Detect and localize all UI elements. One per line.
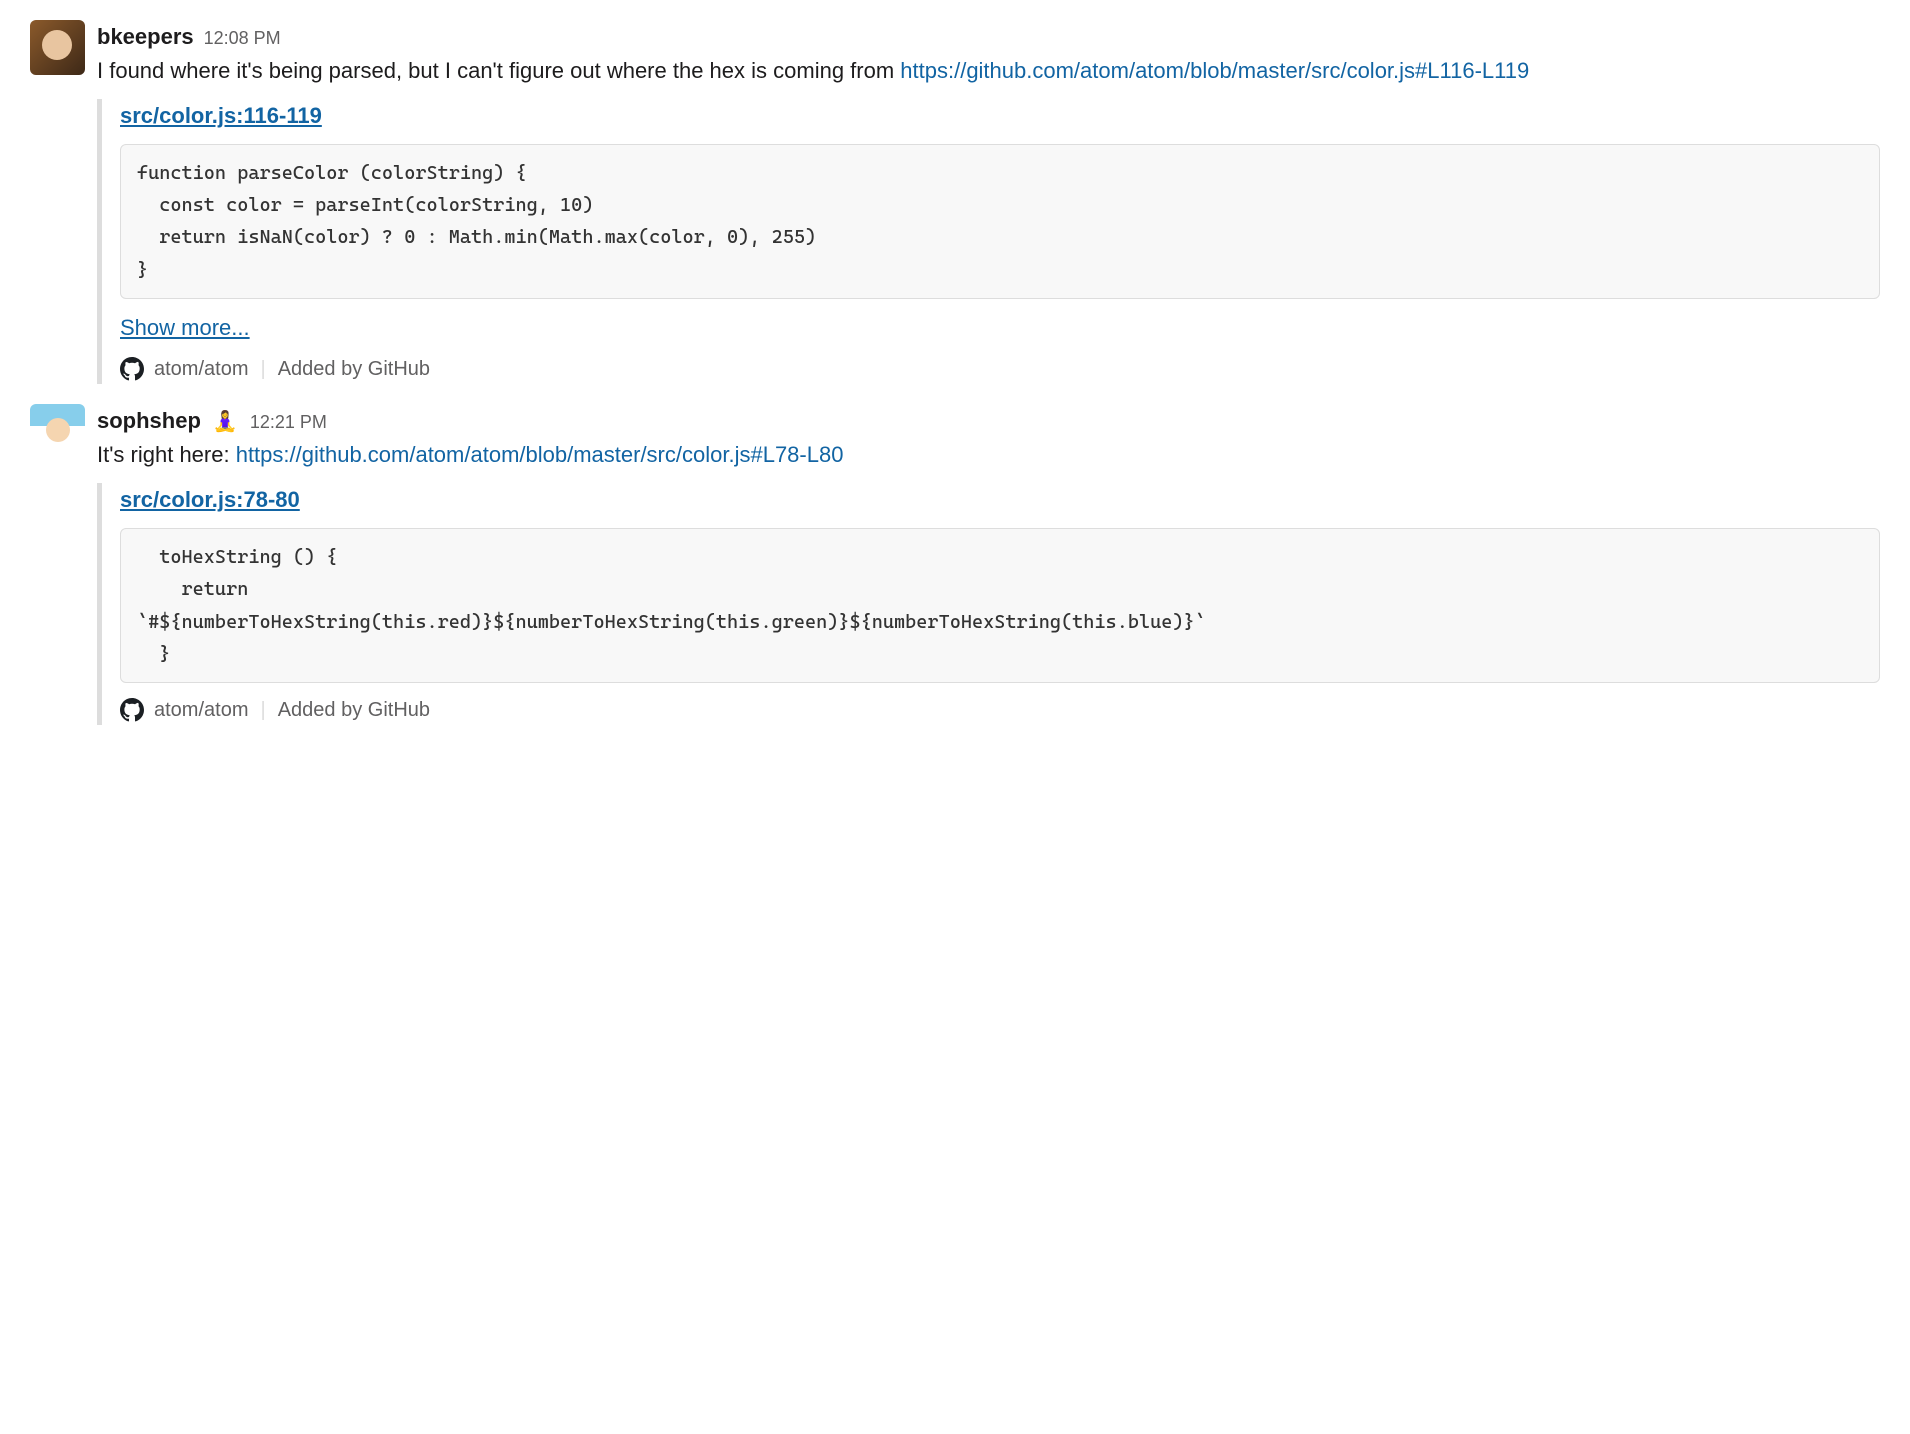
attachment-title-link[interactable]: src/color.js:78-80 [120,483,300,516]
username[interactable]: bkeepers [97,20,194,53]
message-link[interactable]: https://github.com/atom/atom/blob/master… [236,442,844,467]
timestamp[interactable]: 12:08 PM [204,25,281,52]
footer-added-by: Added by GitHub [278,695,430,725]
message-link[interactable]: https://github.com/atom/atom/blob/master… [900,58,1529,83]
message-text: I found where it's being parsed, but I c… [97,55,1880,87]
avatar[interactable] [30,404,85,459]
footer-repo[interactable]: atom/atom [154,354,248,384]
code-block: function parseColor (colorString) { cons… [120,144,1880,299]
github-icon [120,357,144,381]
footer-repo[interactable]: atom/atom [154,695,248,725]
attachment-footer: atom/atom | Added by GitHub [120,695,1880,725]
attachment-footer: atom/atom | Added by GitHub [120,354,1880,384]
message: bkeepers 12:08 PM I found where it's bei… [30,20,1880,384]
username[interactable]: sophshep [97,404,201,437]
message-text: It's right here: https://github.com/atom… [97,439,1880,471]
timestamp[interactable]: 12:21 PM [250,409,327,436]
message-header: bkeepers 12:08 PM [97,20,1880,53]
code-block: toHexString () { return `#${numberToHexS… [120,528,1880,683]
attachment: src/color.js:78-80 toHexString () { retu… [97,483,1880,725]
show-more-link[interactable]: Show more... [120,311,250,344]
code-content: toHexString () { return `#${numberToHexS… [137,541,1863,670]
message: sophshep 🧘‍♀️ 12:21 PM It's right here: … [30,404,1880,725]
footer-added-by: Added by GitHub [278,354,430,384]
attachment: src/color.js:116-119 function parseColor… [97,99,1880,384]
attachment-title-link[interactable]: src/color.js:116-119 [120,99,322,132]
message-text-part: It's right here: [97,442,236,467]
footer-divider: | [258,354,267,384]
message-content: sophshep 🧘‍♀️ 12:21 PM It's right here: … [97,404,1880,725]
message-content: bkeepers 12:08 PM I found where it's bei… [97,20,1880,384]
github-icon [120,698,144,722]
message-header: sophshep 🧘‍♀️ 12:21 PM [97,404,1880,437]
message-text-part: I found where it's being parsed, but I c… [97,58,900,83]
status-emoji-icon[interactable]: 🧘‍♀️ [213,407,238,437]
code-content: function parseColor (colorString) { cons… [137,157,1863,286]
footer-divider: | [258,695,267,725]
avatar[interactable] [30,20,85,75]
